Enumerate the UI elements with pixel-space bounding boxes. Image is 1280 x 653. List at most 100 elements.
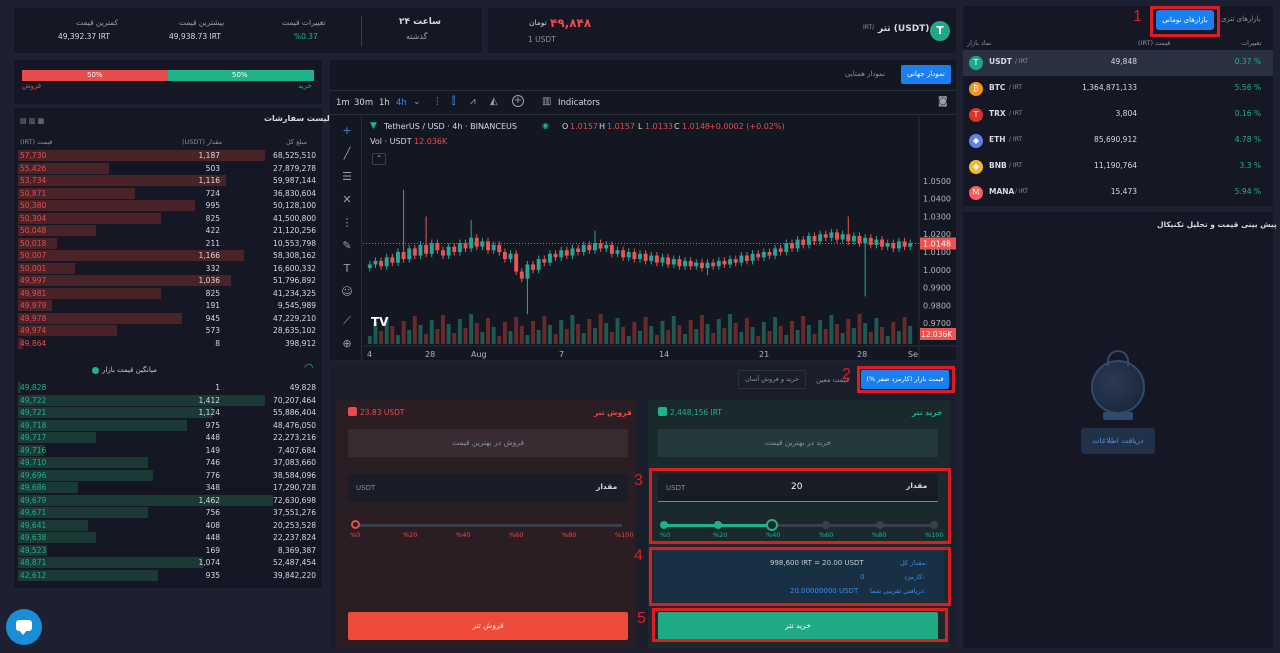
bid-row[interactable]: 49,671 756 37,551,276 bbox=[18, 507, 320, 518]
area-style-icon[interactable]: ◭ bbox=[490, 96, 498, 107]
indicators-icon[interactable]: ▥ bbox=[542, 96, 551, 107]
bid-row[interactable]: 49,722 1,412 70,207,464 bbox=[18, 394, 320, 406]
ruler-icon[interactable]: ⟋ bbox=[340, 314, 354, 328]
interval-30m[interactable]: 30m bbox=[354, 98, 373, 108]
chevron-down-icon[interactable]: ⌄ bbox=[413, 97, 421, 107]
bid-row[interactable]: 48,871 1,074 52,487,454 bbox=[18, 557, 320, 568]
bid-row[interactable]: 49,679 1,462 72,630,698 bbox=[18, 494, 320, 506]
order-price: 49,686 bbox=[20, 483, 47, 492]
pattern-icon[interactable]: ✕ bbox=[340, 193, 354, 207]
order-total: 59,987,144 bbox=[273, 176, 316, 185]
time-tick: 21 bbox=[759, 350, 769, 359]
bid-row[interactable]: 49,523 169 8,369,387 bbox=[18, 544, 320, 556]
ask-row[interactable]: 50,001 332 16,600,332 bbox=[18, 262, 320, 274]
interval-1h[interactable]: 1h bbox=[379, 98, 390, 108]
ask-row[interactable]: 50,018 211 10,553,798 bbox=[18, 237, 320, 249]
candle-body bbox=[750, 253, 755, 261]
market-row-trx[interactable]: T TRX / IRT 3,804 0.16 % bbox=[963, 102, 1273, 128]
brush-icon[interactable]: ✎ bbox=[340, 239, 354, 253]
sell-slider-mark[interactable]: %80 bbox=[562, 531, 576, 539]
col-price-header: (IRT) قیمت bbox=[1138, 39, 1171, 47]
depth-bar bbox=[18, 407, 213, 418]
emoji-icon[interactable]: ☺ bbox=[340, 285, 354, 299]
market-symbol: BTC bbox=[989, 83, 1006, 92]
tab-global-chart[interactable]: نمودار جهانی bbox=[901, 65, 951, 84]
volume-bar bbox=[868, 332, 873, 344]
volume-bar bbox=[570, 315, 575, 344]
market-row-mana[interactable]: M MANA / IRT 15,473 5.94 % bbox=[963, 180, 1273, 206]
ask-row[interactable]: 50,871 724 36,830,604 bbox=[18, 187, 320, 199]
order-total: 48,476,050 bbox=[273, 420, 316, 430]
ask-row[interactable]: 49,864 8 398,912 bbox=[18, 337, 320, 349]
sell-slider-mark[interactable]: %0 bbox=[350, 531, 360, 539]
candle-style-icon[interactable]: ⫿ bbox=[452, 96, 455, 107]
indicators-button[interactable]: Indicators bbox=[558, 98, 600, 108]
tab-easy-trade[interactable]: خرید و فروش آسان bbox=[738, 370, 806, 389]
zoom-icon[interactable]: ⊕ bbox=[340, 337, 354, 351]
orderbook-view-icon[interactable]: ▤ ▥ ▦ bbox=[20, 117, 50, 125]
fib-icon[interactable]: ☰ bbox=[340, 170, 354, 184]
get-analysis-button[interactable]: دریافت اطلاعات bbox=[1081, 428, 1155, 454]
ask-row[interactable]: 50,380 995 50,128,100 bbox=[18, 200, 320, 211]
bid-row[interactable]: 49,641 408 20,253,528 bbox=[18, 519, 320, 531]
candle-body bbox=[564, 250, 569, 256]
trendline-icon[interactable]: ╱ bbox=[340, 147, 354, 161]
ask-row[interactable]: 49,978 945 47,229,210 bbox=[18, 312, 320, 324]
add-indicator-icon[interactable]: + bbox=[512, 95, 524, 107]
camera-icon[interactable]: ◙ bbox=[938, 96, 948, 107]
bid-row[interactable]: 49,696 776 38,584,096 bbox=[18, 469, 320, 481]
text-icon[interactable]: T bbox=[340, 262, 354, 276]
market-row-btc[interactable]: ₿ BTC / IRT 1,364,871,133 5.56 % bbox=[963, 76, 1273, 102]
market-row-eth[interactable]: ◆ ETH / IRT 85,690,912 4.78 % bbox=[963, 128, 1273, 154]
ask-row[interactable]: 50,007 1,166 58,308,162 bbox=[18, 250, 320, 261]
annotation-box-2 bbox=[857, 366, 955, 393]
ask-row[interactable]: 53,734 1,116 59,987,144 bbox=[18, 175, 320, 186]
chat-support-button[interactable] bbox=[6, 609, 42, 645]
bar-style-icon[interactable]: ⫶ bbox=[436, 97, 439, 108]
market-row-usdt[interactable]: T USDT / IRT 49,848 0.37 % bbox=[963, 50, 1273, 76]
bid-row[interactable]: 49,686 348 17,290,728 bbox=[18, 482, 320, 493]
sell-slider-mark[interactable]: %20 bbox=[403, 531, 417, 539]
ask-row[interactable]: 49,997 1,036 51,796,892 bbox=[18, 275, 320, 286]
crosshair-icon[interactable]: + bbox=[340, 124, 354, 138]
sell-amount-input[interactable]: مقدار USDT bbox=[348, 474, 628, 502]
bid-row[interactable]: 42,612 935 39,842,220 bbox=[18, 569, 320, 581]
candle-body bbox=[902, 241, 907, 247]
bid-row[interactable]: 49,717 448 22,273,216 bbox=[18, 432, 320, 443]
candle-body bbox=[795, 239, 800, 249]
sell-slider-mark[interactable]: %60 bbox=[509, 531, 523, 539]
bid-row[interactable]: 49,718 975 48,476,050 bbox=[18, 419, 320, 431]
ask-row[interactable]: 49,974 573 28,635,102 bbox=[18, 325, 320, 336]
bid-row[interactable]: 49,828 1 49,828 bbox=[18, 382, 320, 393]
candle-body bbox=[801, 239, 806, 245]
tab-peer-chart[interactable]: نمودار همتایی bbox=[845, 70, 885, 78]
tab-usdt-markets[interactable]: بازارهای تتری bbox=[1221, 15, 1261, 23]
bid-row[interactable]: 49,638 448 22,237,824 bbox=[18, 532, 320, 543]
interval-1m[interactable]: 1m bbox=[336, 98, 350, 108]
bid-row[interactable]: 49,716 149 7,407,684 bbox=[18, 444, 320, 456]
sell-slider-handle[interactable] bbox=[351, 520, 360, 529]
interval-4h[interactable]: 4h bbox=[396, 98, 407, 108]
market-row-bnb[interactable]: ◆ BNB / IRT 11,190,764 3.3 % bbox=[963, 154, 1273, 180]
sell-submit-button[interactable]: فروش تتر bbox=[348, 612, 628, 640]
bid-row[interactable]: 49,721 1,124 55,886,404 bbox=[18, 407, 320, 418]
ask-row[interactable]: 50,048 422 21,120,256 bbox=[18, 225, 320, 236]
volume-bar bbox=[480, 332, 485, 344]
candle-body bbox=[846, 234, 851, 242]
sell-unit: USDT bbox=[356, 484, 376, 492]
ask-row[interactable]: 49,981 825 41,234,325 bbox=[18, 287, 320, 299]
time-tick: 28 bbox=[857, 350, 867, 359]
sell-slider-mark[interactable]: %40 bbox=[456, 531, 470, 539]
candle-body bbox=[626, 252, 631, 258]
price-chart[interactable]: 1.05001.04001.03001.02001.01001.00000.99… bbox=[363, 116, 956, 360]
ask-row[interactable]: 57,730 1,187 68,525,510 bbox=[18, 150, 320, 161]
ask-row[interactable]: 49,979 191 9,545,989 bbox=[18, 300, 320, 311]
line-style-icon[interactable]: ⩘ bbox=[470, 96, 476, 107]
bid-row[interactable]: 49,710 746 37,083,660 bbox=[18, 457, 320, 468]
ask-row[interactable]: 55,426 503 27,879,278 bbox=[18, 162, 320, 174]
volume-bar bbox=[441, 315, 445, 344]
ask-row[interactable]: 50,304 825 41,500,800 bbox=[18, 212, 320, 224]
sell-slider-track[interactable] bbox=[354, 524, 622, 527]
sell-slider-mark[interactable]: %100 bbox=[615, 531, 634, 539]
prediction-icon[interactable]: ⋮ bbox=[340, 216, 354, 230]
